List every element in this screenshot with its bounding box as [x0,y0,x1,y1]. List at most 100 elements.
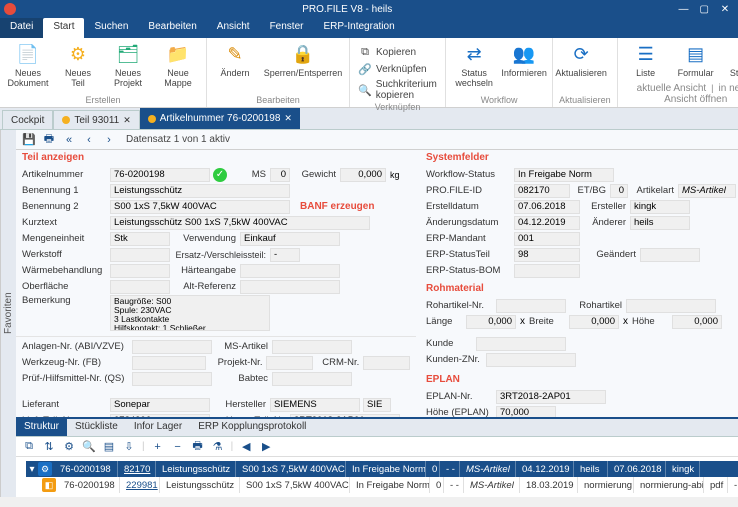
menu-start[interactable]: Start [43,18,84,38]
menu-datei[interactable]: Datei [0,18,43,38]
hoehe-field[interactable]: 0,000 [672,315,722,329]
menu-erp[interactable]: ERP-Integration [313,18,404,38]
filter-icon[interactable]: ⚗ [211,440,225,454]
tool-icon[interactable]: − [171,440,185,454]
verknuepfen-button[interactable]: 🔗Verknüpfen [356,61,439,77]
tree-row-child[interactable]: ◧ 76-0200198 229981 Leistungsschütz S00 … [42,477,738,493]
erpmandant-field[interactable]: 001 [514,232,580,246]
tool-icon[interactable]: ▤ [102,440,116,454]
nav-first-icon[interactable]: « [62,133,76,147]
haerte-field[interactable] [240,264,340,278]
tree-row-parent[interactable]: ▾ ⚙ 76-0200198 82170 Leistungsschütz S00… [26,461,738,477]
struktur-button[interactable]: 𓏢Struktur [724,40,738,78]
neues-teil-button[interactable]: ⚙Neues Teil [56,40,100,88]
artikelnummer-field[interactable]: 76-0200198 [110,168,210,182]
menu-suchen[interactable]: Suchen [84,18,138,38]
id-link[interactable]: 82170 [118,461,156,477]
hersteller-field[interactable]: SIEMENS [270,398,360,412]
projekt-field[interactable] [266,356,313,370]
close-icon[interactable]: ✕ [123,115,131,126]
aenderer-field[interactable]: heils [630,216,690,230]
print-icon[interactable]: 🖶 [191,440,205,454]
laenge-field[interactable]: 0,000 [466,315,516,329]
aktualisieren-button[interactable]: ⟳Aktualisieren [559,40,603,78]
etbg-field[interactable]: 0 [610,184,628,198]
sperren-button[interactable]: 🔒Sperren/Entsperren [263,40,343,78]
ersatz-field[interactable]: - [270,248,300,262]
btab-stueckliste[interactable]: Stückliste [67,419,126,436]
kurztext-field[interactable]: Leistungsschütz S00 1xS 7,5kW 400VAC [110,216,370,230]
tool-icon[interactable]: ⇩ [122,440,136,454]
kunden-znr-field[interactable] [486,353,576,367]
aenderungsdatum-field[interactable]: 04.12.2019 [514,216,580,230]
waerme-field[interactable] [110,264,170,278]
tool-icon[interactable]: + [151,440,165,454]
altreferenz-field[interactable] [240,280,340,294]
tab-artikelnummer[interactable]: Artikelnummer 76-0200198✕ [140,108,300,129]
id-link[interactable]: 229981 [120,477,160,493]
erpstatusteil-field[interactable]: 98 [514,248,580,262]
neues-projekt-button[interactable]: 🗂Neues Projekt [106,40,150,88]
msartikel-field[interactable] [272,340,352,354]
workflow-status-field[interactable]: In Freigabe Norm [514,168,614,182]
erpstatusbom-field[interactable] [514,264,580,278]
liefteil-field[interactable]: 0784306 [110,414,210,418]
oberflaeche-field[interactable] [110,280,170,294]
anlagen-field[interactable] [132,340,212,354]
verwendung-field[interactable]: Einkauf [240,232,340,246]
menu-bearbeiten[interactable]: Bearbeiten [138,18,206,38]
breite-field[interactable]: 0,000 [569,315,619,329]
formular-button[interactable]: ▤Formular [674,40,718,78]
bemerkung-field[interactable]: Baugröße: S00 Spule: 230VAC 3 Lastkontak… [110,295,270,331]
mengeneinheit-field[interactable]: Stk [110,232,170,246]
pruef-field[interactable] [132,372,212,386]
suchkriterium-button[interactable]: 🔍Suchkriterium kopieren [356,78,439,102]
eplan-nr-field[interactable]: 3RT2018-2AP01 [496,390,606,404]
werkzeug-field[interactable] [132,356,206,370]
tool-icon[interactable]: ⧉ [22,440,36,454]
tool-icon[interactable]: 🔍 [82,440,96,454]
benennung1-field[interactable]: Leistungsschütz [110,184,290,198]
save-icon[interactable]: 💾 [22,133,36,147]
tool-icon[interactable]: ⚙ [62,440,76,454]
hersteller-code-field[interactable]: SIE [363,398,391,412]
nav-icon[interactable]: ▶ [259,440,273,454]
werkstoff-field[interactable] [110,248,170,262]
erstelldatum-field[interactable]: 07.06.2018 [514,200,580,214]
gewicht-field[interactable]: 0,000 [340,168,386,182]
favoriten-side-tab[interactable]: Favoriten [0,130,16,497]
print-icon[interactable]: 🖶 [42,133,56,147]
neue-mappe-button[interactable]: 📁Neue Mappe [156,40,200,88]
maximize-button[interactable]: ▢ [695,4,713,15]
babtec-field[interactable] [272,372,352,386]
nav-icon[interactable]: ◀ [239,440,253,454]
close-button[interactable]: ✕ [716,4,734,15]
btab-struktur[interactable]: Struktur [16,419,67,436]
eplan-hoehe-field[interactable]: 70,000 [496,406,556,418]
ms-field[interactable]: 0 [270,168,290,182]
nav-prev-icon[interactable]: ‹ [82,133,96,147]
menu-ansicht[interactable]: Ansicht [207,18,260,38]
expander-icon[interactable]: ▾ [26,464,38,475]
btab-infor-lager[interactable]: Infor Lager [126,419,190,436]
informieren-button[interactable]: 👥Informieren [502,40,546,78]
close-icon[interactable]: ✕ [284,113,292,124]
herstteil-field[interactable]: 3RT2018-2AP01 [290,414,400,418]
tab-teil[interactable]: Teil 93011✕ [53,110,139,129]
btab-erp[interactable]: ERP Kopplungsprotokoll [190,419,314,436]
nav-next-icon[interactable]: › [102,133,116,147]
tab-cockpit[interactable]: Cockpit [2,110,53,129]
neues-dokument-button[interactable]: 📄Neues Dokument [6,40,50,88]
artikelart-field[interactable]: MS-Artikel [678,184,736,198]
menu-fenster[interactable]: Fenster [260,18,314,38]
crm-field[interactable] [363,356,410,370]
liste-button[interactable]: ☰Liste [624,40,668,78]
profileid-field[interactable]: 082170 [514,184,570,198]
tool-icon[interactable]: ⇅ [42,440,56,454]
kopieren-button[interactable]: ⧉Kopieren [356,44,439,60]
aendern-button[interactable]: ✎Ändern [213,40,257,78]
geaendert-field[interactable] [640,248,700,262]
ersteller-field[interactable]: kingk [630,200,690,214]
rohartikel-field[interactable] [626,299,716,313]
minimize-button[interactable]: — [674,4,692,15]
